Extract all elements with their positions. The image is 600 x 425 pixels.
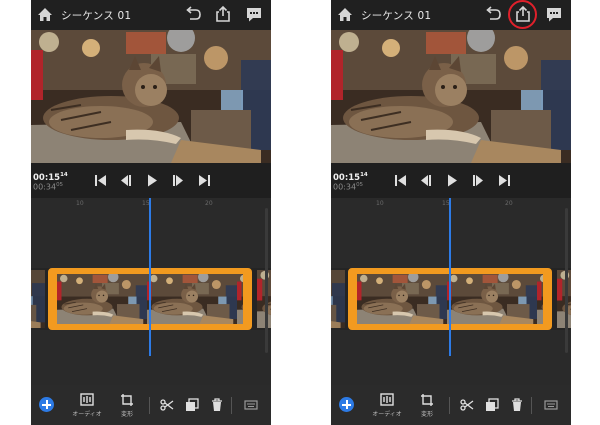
sequence-title: シーケンス 01 bbox=[361, 10, 432, 22]
undo-icon[interactable] bbox=[484, 6, 502, 23]
adjacent-clip[interactable] bbox=[257, 270, 271, 328]
total-duration: 00:3405 bbox=[33, 182, 64, 192]
timeline-scrollbar[interactable] bbox=[265, 208, 268, 353]
ruler-label: 20 bbox=[505, 200, 513, 207]
audio-label[interactable]: オーディオ bbox=[372, 409, 402, 418]
video-preview bbox=[331, 30, 571, 163]
transform-icon[interactable] bbox=[120, 393, 134, 407]
toolbar-divider bbox=[531, 397, 532, 414]
add-icon[interactable] bbox=[339, 397, 354, 412]
transport-controls: 00:1514 00:3405 bbox=[31, 163, 271, 198]
go-to-start-icon[interactable] bbox=[94, 174, 108, 187]
step-back-icon[interactable] bbox=[419, 174, 433, 187]
playhead[interactable] bbox=[149, 198, 151, 356]
toolbar-divider bbox=[231, 397, 232, 414]
scissors-icon[interactable] bbox=[460, 398, 474, 412]
home-icon[interactable] bbox=[337, 7, 353, 22]
transform-label[interactable]: 変形 bbox=[121, 409, 133, 418]
go-to-start-icon[interactable] bbox=[394, 174, 408, 187]
audio-icon[interactable] bbox=[80, 393, 94, 406]
phone-screen-left: シーケンス 01 00:1514 00:3405 10 15 20 オーディオ … bbox=[31, 0, 271, 425]
trash-icon[interactable] bbox=[211, 398, 223, 412]
play-icon[interactable] bbox=[145, 174, 159, 187]
transform-icon[interactable] bbox=[420, 393, 434, 407]
home-icon[interactable] bbox=[37, 7, 53, 22]
ruler-label: 10 bbox=[76, 200, 84, 207]
adjacent-clip[interactable] bbox=[331, 270, 345, 328]
go-to-end-icon[interactable] bbox=[497, 174, 511, 187]
sequence-title: シーケンス 01 bbox=[61, 10, 132, 22]
trash-icon[interactable] bbox=[511, 398, 523, 412]
duplicate-icon[interactable] bbox=[485, 398, 499, 412]
audio-label[interactable]: オーディオ bbox=[72, 409, 102, 418]
step-forward-icon[interactable] bbox=[471, 174, 485, 187]
undo-icon[interactable] bbox=[184, 6, 202, 23]
top-bar: シーケンス 01 bbox=[31, 0, 271, 30]
comment-icon[interactable] bbox=[245, 6, 263, 23]
ruler-label: 20 bbox=[205, 200, 213, 207]
transport-controls: 00:1514 00:3405 bbox=[331, 163, 571, 198]
step-back-icon[interactable] bbox=[119, 174, 133, 187]
audio-icon[interactable] bbox=[380, 393, 394, 406]
step-forward-icon[interactable] bbox=[171, 174, 185, 187]
video-preview bbox=[31, 30, 271, 163]
play-icon[interactable] bbox=[445, 174, 459, 187]
total-duration: 00:3405 bbox=[333, 182, 364, 192]
bottom-toolbar: オーディオ 変形 bbox=[31, 385, 271, 425]
share-highlight-circle bbox=[508, 0, 537, 29]
toolbar-divider bbox=[449, 397, 450, 414]
keyboard-icon[interactable] bbox=[244, 400, 258, 410]
timeline-scrollbar[interactable] bbox=[565, 208, 568, 353]
scissors-icon[interactable] bbox=[160, 398, 174, 412]
transform-label[interactable]: 変形 bbox=[421, 409, 433, 418]
top-bar: シーケンス 01 bbox=[331, 0, 571, 30]
phone-screen-right: シーケンス 01 00:1514 00:3405 10 15 20 オーディオ … bbox=[331, 0, 571, 425]
share-icon[interactable] bbox=[214, 5, 232, 23]
bottom-toolbar: オーディオ 変形 bbox=[331, 385, 571, 425]
timeline[interactable]: 10 15 20 bbox=[331, 198, 571, 385]
playhead[interactable] bbox=[449, 198, 451, 356]
go-to-end-icon[interactable] bbox=[197, 174, 211, 187]
toolbar-divider bbox=[149, 397, 150, 414]
comment-icon[interactable] bbox=[545, 6, 563, 23]
adjacent-clip[interactable] bbox=[557, 270, 571, 328]
duplicate-icon[interactable] bbox=[185, 398, 199, 412]
adjacent-clip[interactable] bbox=[31, 270, 45, 328]
keyboard-icon[interactable] bbox=[544, 400, 558, 410]
add-icon[interactable] bbox=[39, 397, 54, 412]
ruler-label: 10 bbox=[376, 200, 384, 207]
timeline[interactable]: 10 15 20 bbox=[31, 198, 271, 385]
